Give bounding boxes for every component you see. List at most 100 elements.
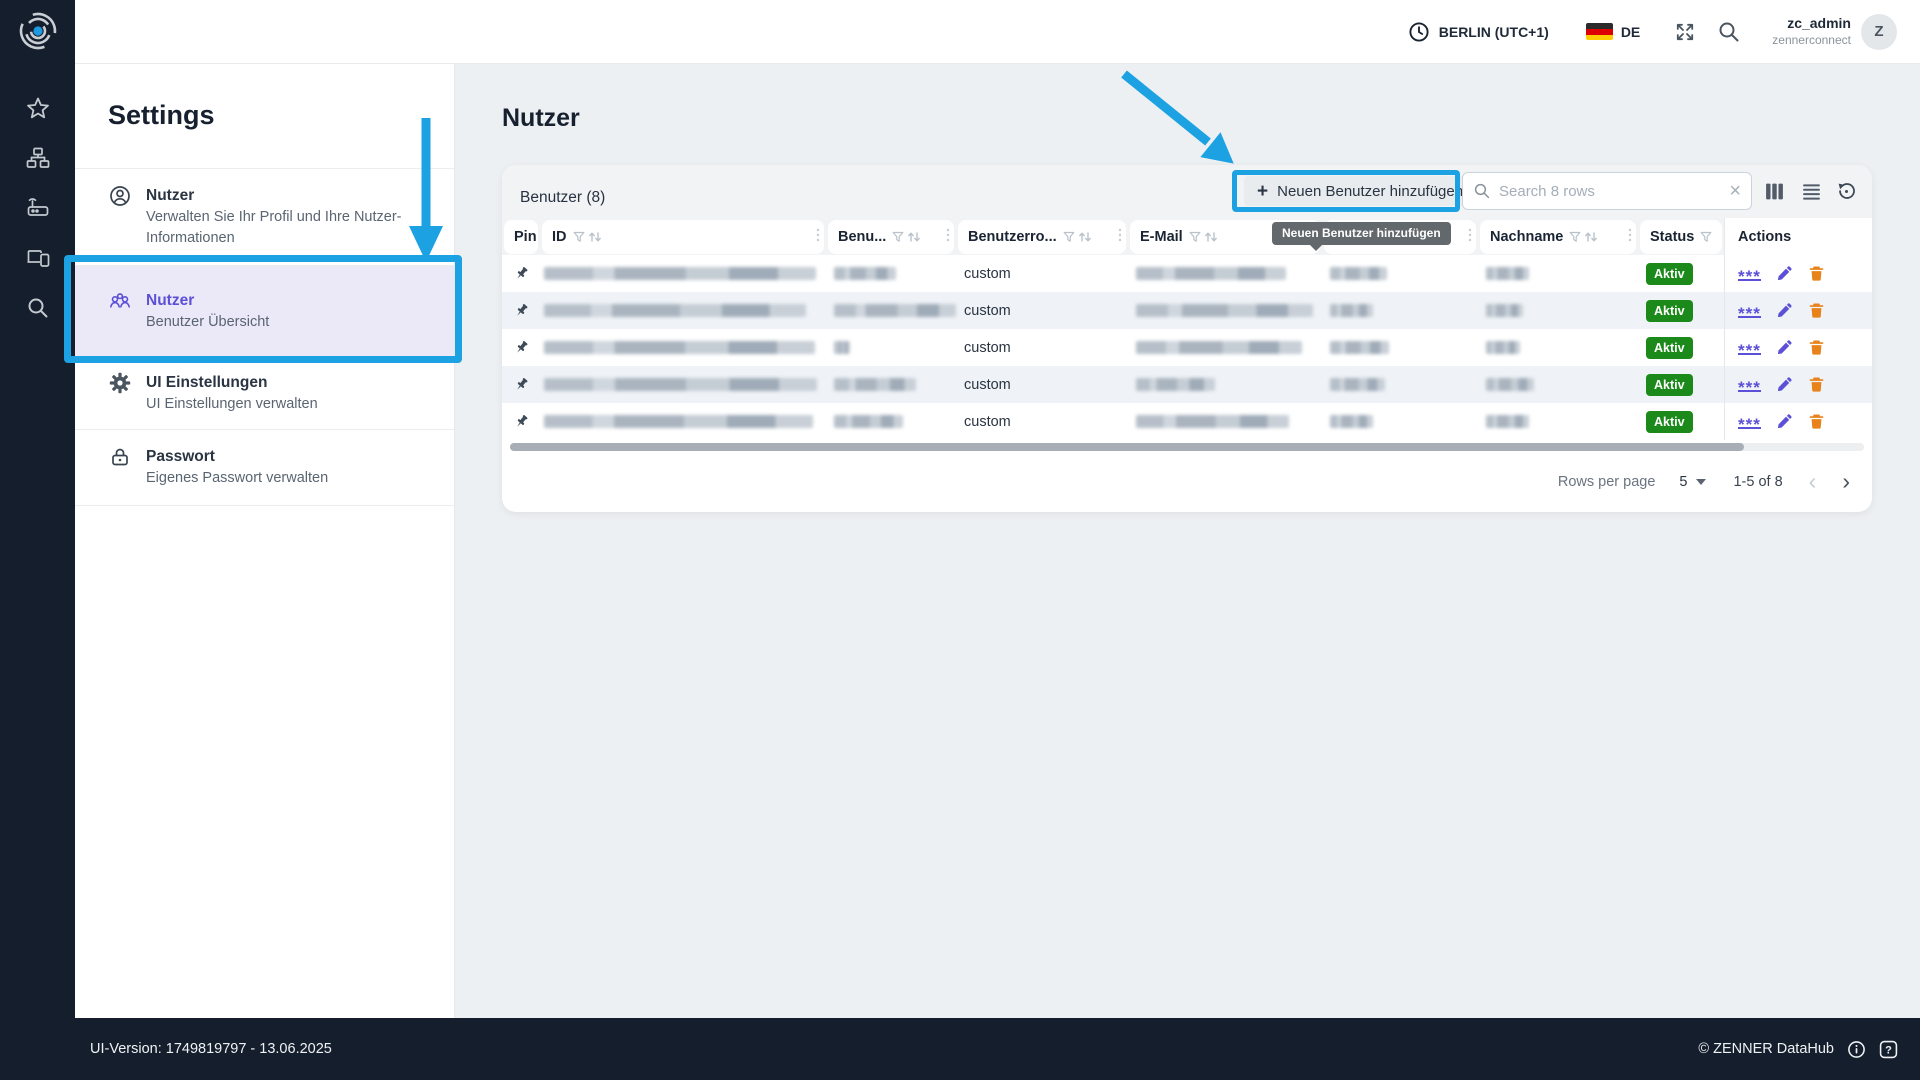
- clear-search-icon[interactable]: ×: [1729, 181, 1741, 201]
- clock-icon: [1409, 21, 1429, 42]
- column-header-nachname[interactable]: Nachname: [1480, 219, 1636, 254]
- change-password-icon[interactable]: ***: [1738, 303, 1761, 323]
- sort-icon[interactable]: [1204, 230, 1218, 244]
- pin-button[interactable]: [502, 301, 540, 320]
- column-menu-icon[interactable]: [1464, 228, 1472, 246]
- user-organization: zennerconnect: [1772, 32, 1851, 47]
- column-menu-icon[interactable]: [942, 228, 950, 246]
- delete-trash-icon[interactable]: [1808, 339, 1825, 356]
- row-density-icon[interactable]: [1801, 181, 1822, 202]
- sort-icon[interactable]: [907, 230, 921, 244]
- sort-icon[interactable]: [588, 230, 602, 244]
- edit-pencil-icon[interactable]: [1776, 376, 1793, 393]
- avatar[interactable]: Z: [1861, 13, 1897, 50]
- edit-pencil-icon[interactable]: [1776, 265, 1793, 282]
- user-role: custom: [964, 265, 1011, 282]
- sidebar-search-icon[interactable]: [26, 296, 50, 320]
- scrollbar-thumb[interactable]: [510, 443, 1744, 451]
- redacted-username: [834, 341, 850, 354]
- filter-icon[interactable]: [573, 231, 585, 243]
- change-password-icon[interactable]: ***: [1738, 340, 1761, 360]
- filter-icon[interactable]: [1700, 231, 1712, 243]
- delete-trash-icon[interactable]: [1808, 413, 1825, 430]
- filter-icon[interactable]: [1063, 231, 1075, 243]
- pin-icon: [516, 267, 527, 279]
- redacted-username: [834, 378, 916, 391]
- nav-item-subtitle: Eigenes Passwort verwalten: [146, 470, 329, 486]
- columns-icon[interactable]: [1764, 181, 1785, 202]
- nav-item-subtitle: Verwalten Sie Ihr Profil und Ihre Nutzer…: [146, 209, 402, 246]
- status-badge: Aktiv: [1646, 336, 1693, 359]
- nav-item-nutzer-profil[interactable]: Nutzer Verwalten Sie Ihr Profil und Ihre…: [75, 169, 454, 265]
- sort-icon[interactable]: [1584, 230, 1598, 244]
- column-header-benutzername[interactable]: Benu...: [828, 219, 954, 254]
- next-page-button[interactable]: ›: [1842, 470, 1850, 493]
- help-icon[interactable]: ?: [1879, 1040, 1898, 1059]
- edit-pencil-icon[interactable]: [1776, 302, 1793, 319]
- column-menu-icon[interactable]: [1624, 228, 1632, 246]
- nav-item-ui-einstellungen[interactable]: UI Einstellungen UI Einstellungen verwal…: [75, 358, 454, 429]
- prev-page-button[interactable]: ‹: [1809, 470, 1817, 493]
- redacted-lastname: [1486, 415, 1529, 428]
- info-icon[interactable]: [1847, 1040, 1866, 1059]
- pin-icon: [516, 415, 527, 427]
- pagination: Rows per page 5 1-5 of 8 ‹ ›: [502, 451, 1872, 512]
- nav-item-nutzer-uebersicht[interactable]: Nutzer Benutzer Übersicht: [75, 266, 454, 357]
- app-sidebar: [0, 0, 75, 1080]
- table-row: custom Aktiv ***: [502, 366, 1872, 403]
- column-menu-icon[interactable]: [812, 228, 820, 246]
- nav-item-passwort[interactable]: Passwort Eigenes Passwort verwalten: [75, 430, 454, 505]
- column-menu-icon[interactable]: [1114, 228, 1122, 246]
- fullscreen-icon[interactable]: [1673, 20, 1697, 44]
- redacted-username: [834, 304, 956, 317]
- column-header-benutzerrolle[interactable]: Benutzerro...: [958, 219, 1126, 254]
- sort-icon[interactable]: [1078, 230, 1092, 244]
- filter-icon[interactable]: [892, 231, 904, 243]
- table-row: custom Aktiv ***: [502, 329, 1872, 366]
- pin-button[interactable]: [502, 264, 540, 283]
- pin-button[interactable]: [502, 338, 540, 357]
- user-menu[interactable]: zc_admin zennerconnect: [1772, 15, 1851, 48]
- filter-icon[interactable]: [1189, 231, 1201, 243]
- devices-icon[interactable]: [26, 246, 50, 270]
- nav-item-title: Nutzer: [146, 292, 195, 309]
- pin-button[interactable]: [502, 375, 540, 394]
- redacted-username: [834, 267, 896, 280]
- row-actions: ***: [1724, 255, 1872, 292]
- edit-pencil-icon[interactable]: [1776, 413, 1793, 430]
- table-row: custom Aktiv ***: [502, 255, 1872, 292]
- change-password-icon[interactable]: ***: [1738, 266, 1761, 286]
- pin-button[interactable]: [502, 412, 540, 431]
- search-input[interactable]: [1499, 182, 1730, 200]
- change-password-icon[interactable]: ***: [1738, 414, 1761, 434]
- edit-pencil-icon[interactable]: [1776, 339, 1793, 356]
- gateway-icon[interactable]: [26, 196, 50, 220]
- nav-item-subtitle: UI Einstellungen verwalten: [146, 396, 318, 412]
- row-actions: ***: [1724, 292, 1872, 329]
- delete-trash-icon[interactable]: [1808, 265, 1825, 282]
- add-user-button[interactable]: + Neuen Benutzer hinzufügen: [1244, 176, 1477, 206]
- timezone-display[interactable]: BERLIN (UTC+1): [1407, 20, 1549, 44]
- delete-trash-icon[interactable]: [1808, 376, 1825, 393]
- change-password-icon[interactable]: ***: [1738, 377, 1761, 397]
- column-header-id[interactable]: ID: [542, 219, 824, 254]
- settings-panel: Settings Nutzer Verwalten Sie Ihr Profil…: [75, 64, 455, 1018]
- column-header-pin[interactable]: Pin: [504, 219, 538, 254]
- redacted-id: [544, 415, 813, 428]
- favorites-star-icon[interactable]: [26, 96, 50, 120]
- language-selector[interactable]: DE: [1585, 23, 1640, 40]
- global-search-icon[interactable]: [1717, 20, 1741, 44]
- redacted-lastname: [1486, 378, 1534, 391]
- username: zc_admin: [1787, 15, 1851, 32]
- rows-per-page-select[interactable]: 5: [1679, 474, 1707, 490]
- app-logo-icon[interactable]: [15, 8, 61, 59]
- delete-trash-icon[interactable]: [1808, 302, 1825, 319]
- restore-history-icon[interactable]: [1836, 181, 1857, 202]
- timezone-label: BERLIN (UTC+1): [1438, 23, 1549, 40]
- column-header-status[interactable]: Status: [1640, 219, 1722, 254]
- sitemap-icon[interactable]: [26, 146, 50, 170]
- status-badge: Aktiv: [1646, 262, 1693, 285]
- lock-icon: [112, 448, 128, 466]
- filter-icon[interactable]: [1569, 231, 1581, 243]
- redacted-firstname: [1330, 415, 1373, 428]
